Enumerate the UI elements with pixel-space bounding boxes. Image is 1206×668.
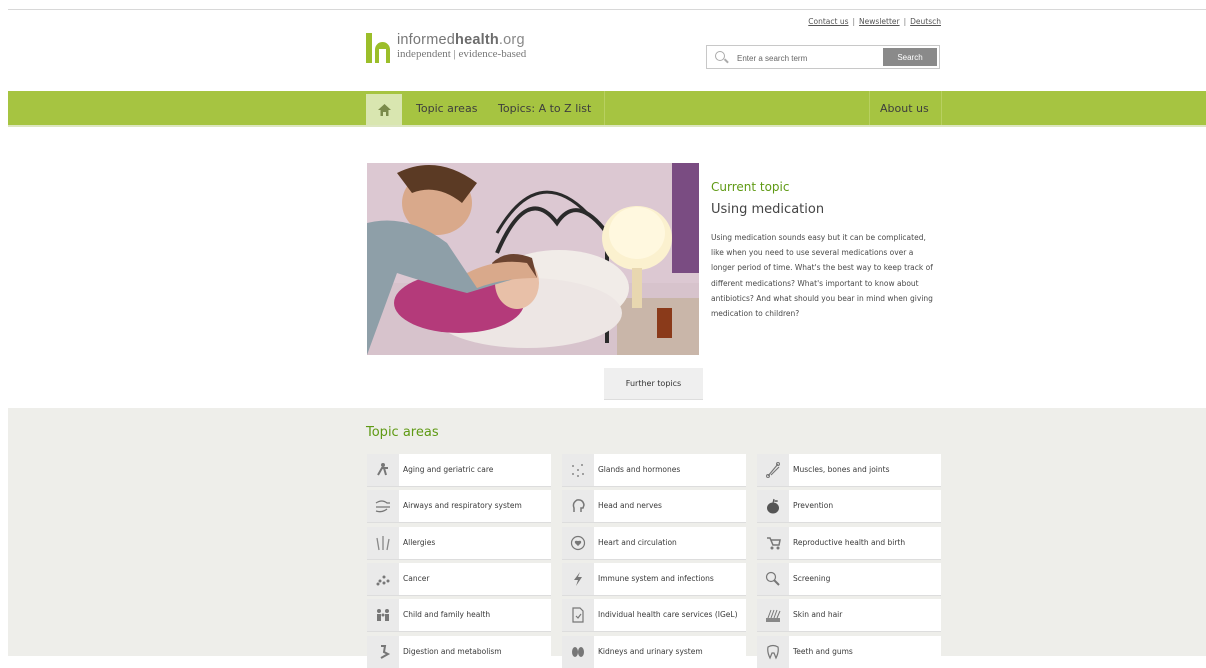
wind-icon [367, 490, 399, 522]
language-link[interactable]: Deutsch [910, 17, 941, 26]
topic-tile[interactable]: Kidneys and urinary system [562, 636, 746, 668]
hero-image[interactable] [367, 163, 699, 355]
topic-tile-label: Individual health care services (IGeL) [598, 610, 738, 619]
nav-about-us[interactable]: About us [880, 91, 929, 125]
search-box: Search [706, 45, 940, 69]
topic-tile[interactable]: Skin and hair [757, 599, 941, 631]
current-topic-description: Using medication sounds easy but it can … [711, 233, 933, 319]
nav-a-to-z[interactable]: Topics: A to Z list [498, 91, 591, 125]
search-icon [715, 51, 725, 61]
topic-tile-label: Allergies [403, 538, 436, 547]
search-button[interactable]: Search [883, 48, 937, 66]
topic-tile-label: Muscles, bones and joints [793, 465, 890, 474]
bone-icon [757, 454, 789, 486]
topic-tile[interactable]: Airways and respiratory system [367, 490, 551, 522]
top-divider [8, 9, 1206, 10]
topic-tile[interactable]: Child and family health [367, 599, 551, 631]
topic-tile[interactable]: Cancer [367, 563, 551, 595]
topic-tile[interactable]: Screening [757, 563, 941, 595]
site-logo[interactable]: informedhealth.org independent | evidenc… [366, 33, 526, 63]
nav-divider [869, 91, 870, 125]
nav-topic-areas[interactable]: Topic areas [416, 91, 477, 125]
nav-home[interactable] [366, 94, 402, 125]
topic-tile-label: Aging and geriatric care [403, 465, 494, 474]
topic-tile-label: Glands and hormones [598, 465, 681, 474]
search-input[interactable] [735, 49, 879, 67]
topic-tile-label: Immune system and infections [598, 574, 714, 583]
digestion-icon [367, 636, 399, 668]
topic-tile[interactable]: Prevention [757, 490, 941, 522]
topic-tile[interactable]: Allergies [367, 527, 551, 559]
topic-tile[interactable]: Teeth and gums [757, 636, 941, 668]
topic-tile[interactable]: Aging and geriatric care [367, 454, 551, 486]
topic-tile-label: Screening [793, 574, 831, 583]
newsletter-link[interactable]: Newsletter [859, 17, 900, 26]
stroller-icon [757, 527, 789, 559]
nav-divider [941, 91, 942, 125]
dots-icon [562, 454, 594, 486]
topic-tile-label: Head and nerves [598, 501, 662, 510]
apple-icon [757, 490, 789, 522]
topic-tile[interactable]: Glands and hormones [562, 454, 746, 486]
topic-tile-label: Reproductive health and birth [793, 538, 906, 547]
home-icon [377, 103, 391, 116]
main-nav: Topic areas Topics: A to Z list About us [8, 91, 1206, 127]
topic-tile[interactable]: Individual health care services (IGeL) [562, 599, 746, 631]
walking-cane-icon [367, 454, 399, 486]
logo-mark-icon [366, 33, 394, 63]
magnifier-icon [757, 563, 789, 595]
heart-icon [562, 527, 594, 559]
current-topic-label: Current topic [711, 180, 790, 194]
tooth-icon [757, 636, 789, 668]
parent-child-illustration [367, 163, 699, 355]
topic-tile[interactable]: Reproductive health and birth [757, 527, 941, 559]
family-icon [367, 599, 399, 631]
topic-tile-label: Heart and circulation [598, 538, 677, 547]
topic-tile[interactable]: Head and nerves [562, 490, 746, 522]
logo-tagline: independent | evidence-based [397, 47, 527, 60]
topic-tile[interactable]: Digestion and metabolism [367, 636, 551, 668]
topic-tile[interactable]: Immune system and infections [562, 563, 746, 595]
document-icon [562, 599, 594, 631]
grass-icon [367, 527, 399, 559]
topic-tile-label: Airways and respiratory system [403, 501, 522, 510]
topic-areas-title: Topic areas [366, 425, 439, 440]
nav-divider [604, 91, 605, 125]
skin-hair-icon [757, 599, 789, 631]
topic-tile-label: Skin and hair [793, 610, 843, 619]
topic-tile-label: Child and family health [403, 610, 491, 619]
head-icon [562, 490, 594, 522]
top-links: Contact us | Newsletter | Deutsch [808, 17, 941, 26]
topic-tile-label: Cancer [403, 574, 430, 583]
lightning-icon [562, 563, 594, 595]
logo-name: informedhealth.org [397, 32, 525, 48]
contact-link[interactable]: Contact us [808, 17, 848, 26]
topic-tile[interactable]: Heart and circulation [562, 527, 746, 559]
topic-tile-label: Prevention [793, 501, 834, 510]
topic-tile[interactable]: Muscles, bones and joints [757, 454, 941, 486]
kidneys-icon [562, 636, 594, 668]
further-topics-button[interactable]: Further topics [604, 368, 703, 400]
cells-icon [367, 563, 399, 595]
current-topic-title[interactable]: Using medication [711, 202, 824, 217]
